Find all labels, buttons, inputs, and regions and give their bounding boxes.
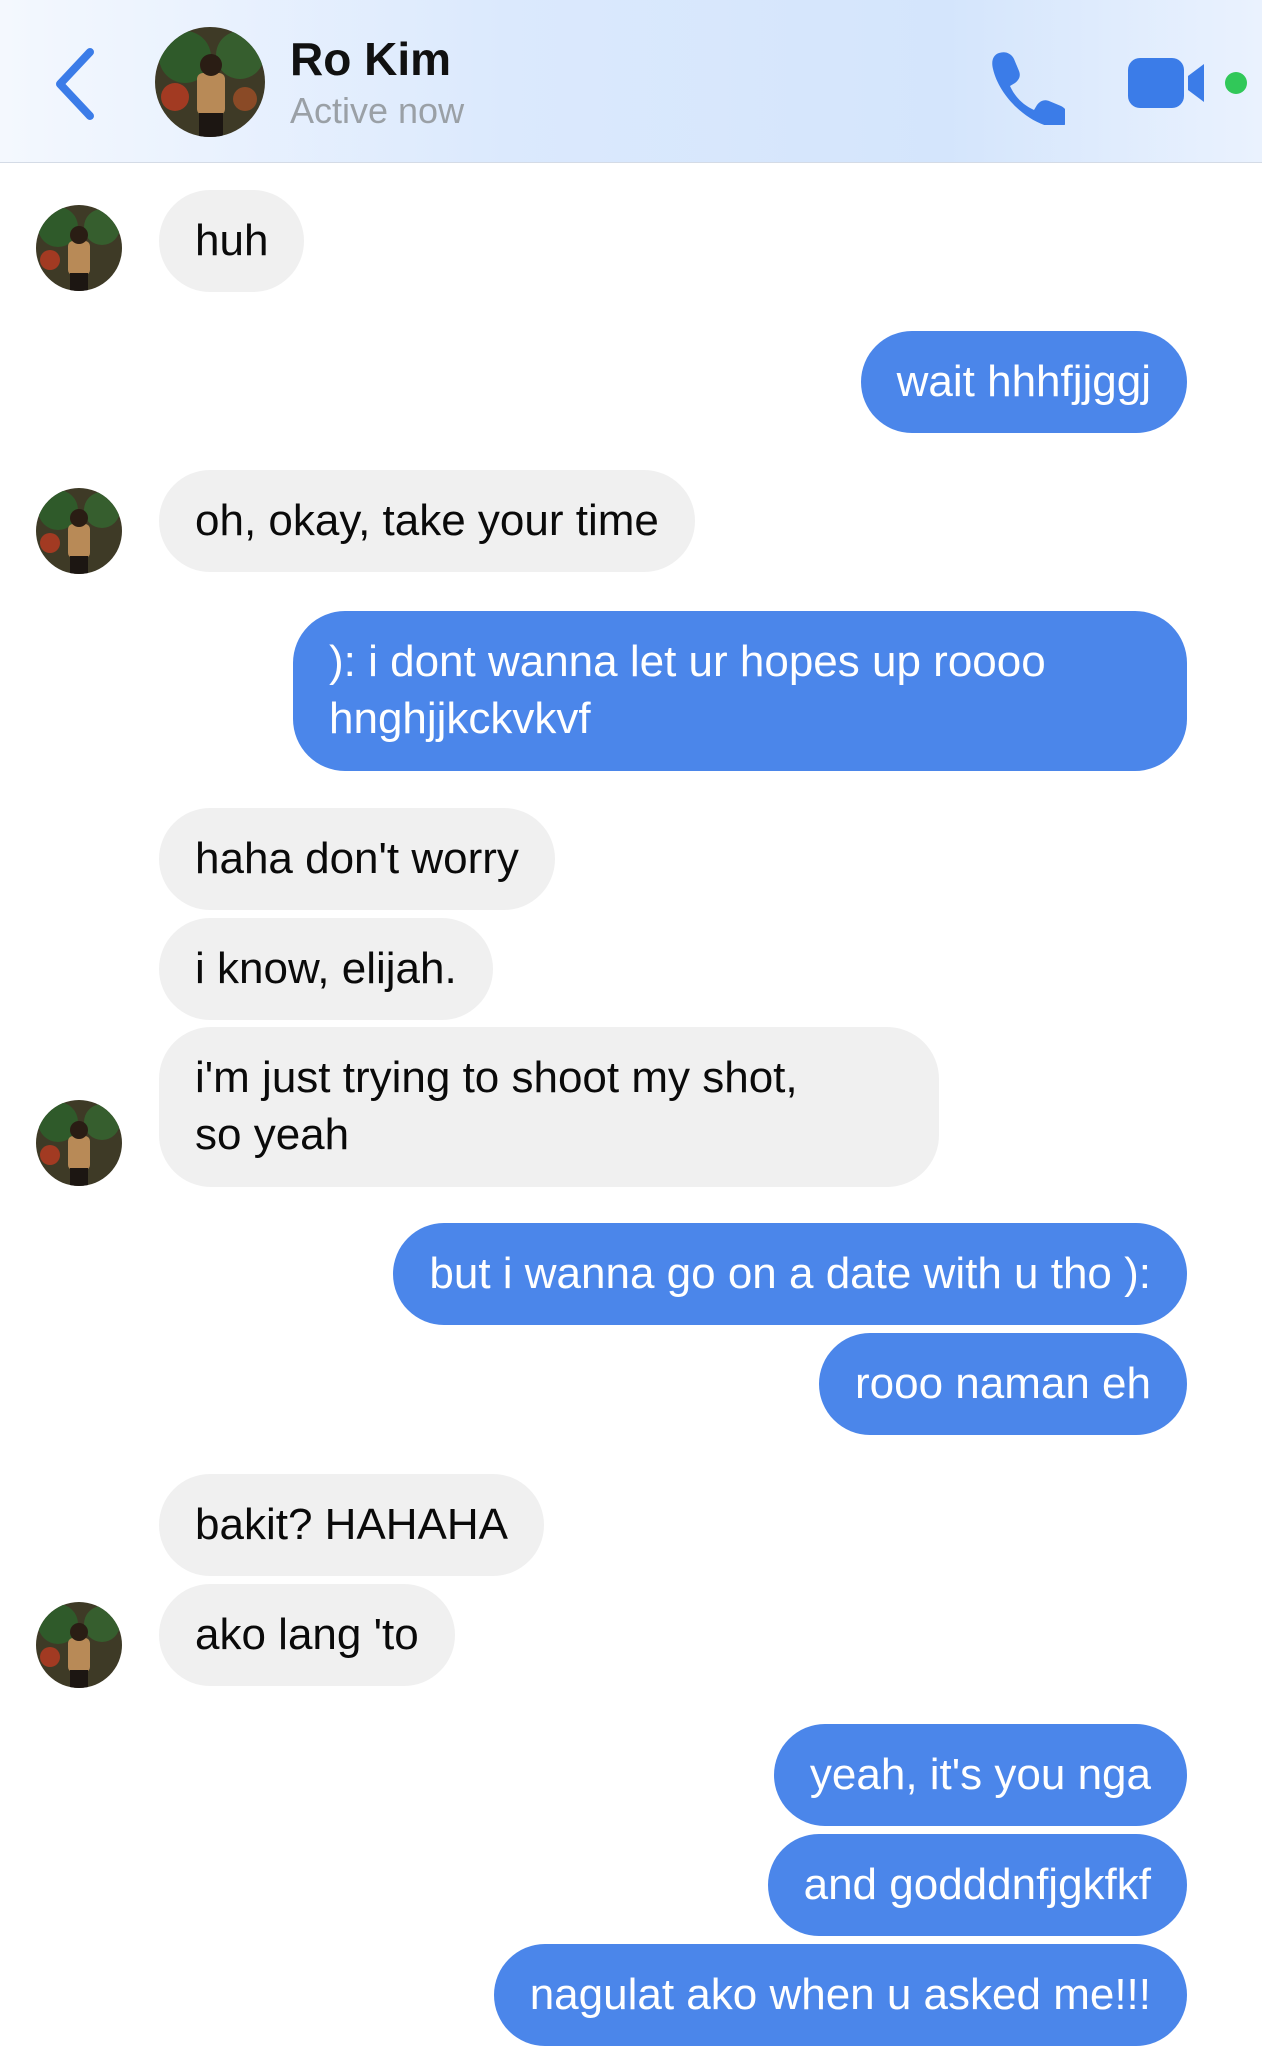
- message-bubble-incoming[interactable]: i know, elijah.: [159, 918, 493, 1020]
- message-text: ): i dont wanna let ur hopes up roooo: [329, 637, 1046, 686]
- message-text: rooo naman eh: [855, 1359, 1151, 1408]
- message-text: and godddnfjgkfkf: [803, 1860, 1151, 1909]
- message-bubble-incoming[interactable]: oh, okay, take your time: [159, 470, 695, 572]
- message-text: huh: [195, 216, 269, 265]
- message-text: haha don't worry: [195, 834, 519, 883]
- active-status: Active now: [290, 90, 465, 131]
- sender-avatar[interactable]: [36, 1602, 122, 1688]
- message-bubble-outgoing[interactable]: yeah, it's you nga: [773, 1724, 1187, 1826]
- message-text: wait hhhfjjggj: [896, 357, 1151, 406]
- message-bubble-incoming[interactable]: huh: [159, 190, 305, 292]
- online-dot: [1225, 72, 1247, 94]
- message-bubble-outgoing[interactable]: ): i dont wanna let ur hopes up roooo hn…: [293, 611, 1187, 771]
- message-bubble-incoming[interactable]: i'm just trying to shoot my shot, so yea…: [159, 1027, 939, 1187]
- message-text: hnghjjkckvkvf: [329, 694, 591, 743]
- message-text: i know, elijah.: [195, 944, 457, 993]
- message-text: bakit? HAHAHA: [195, 1500, 509, 1549]
- video-camera-icon[interactable]: [1128, 52, 1208, 114]
- message-text: i'm just trying to shoot my shot,: [195, 1053, 798, 1102]
- message-bubble-outgoing[interactable]: and godddnfjgkfkf: [767, 1834, 1187, 1936]
- contact-name: Ro Kim: [290, 33, 451, 85]
- phone-icon[interactable]: [985, 45, 1065, 125]
- chat-header: Ro Kim Active now: [0, 0, 1262, 163]
- message-bubble-outgoing[interactable]: nagulat ako when u asked me!!!: [493, 1944, 1187, 2046]
- message-text: yeah, it's you nga: [809, 1750, 1151, 1799]
- contact-avatar[interactable]: [155, 27, 265, 137]
- message-bubble-outgoing[interactable]: rooo naman eh: [819, 1333, 1187, 1435]
- message-bubble-incoming[interactable]: ako lang 'to: [159, 1584, 455, 1686]
- message-text: oh, okay, take your time: [195, 496, 659, 545]
- message-text: but i wanna go on a date with u tho ):: [429, 1249, 1151, 1298]
- message-text: ako lang 'to: [195, 1610, 419, 1659]
- message-bubble-incoming[interactable]: bakit? HAHAHA: [159, 1474, 545, 1576]
- sender-avatar[interactable]: [36, 1100, 122, 1186]
- message-bubble-incoming[interactable]: haha don't worry: [159, 808, 555, 910]
- message-bubble-outgoing[interactable]: but i wanna go on a date with u tho ):: [393, 1223, 1187, 1325]
- sender-avatar[interactable]: [36, 488, 122, 574]
- message-text: nagulat ako when u asked me!!!: [529, 1970, 1151, 2019]
- sender-avatar[interactable]: [36, 205, 122, 291]
- back-chevron-icon[interactable]: [48, 44, 104, 124]
- message-bubble-outgoing[interactable]: wait hhhfjjggj: [860, 331, 1187, 433]
- message-text: so yeah: [195, 1110, 350, 1159]
